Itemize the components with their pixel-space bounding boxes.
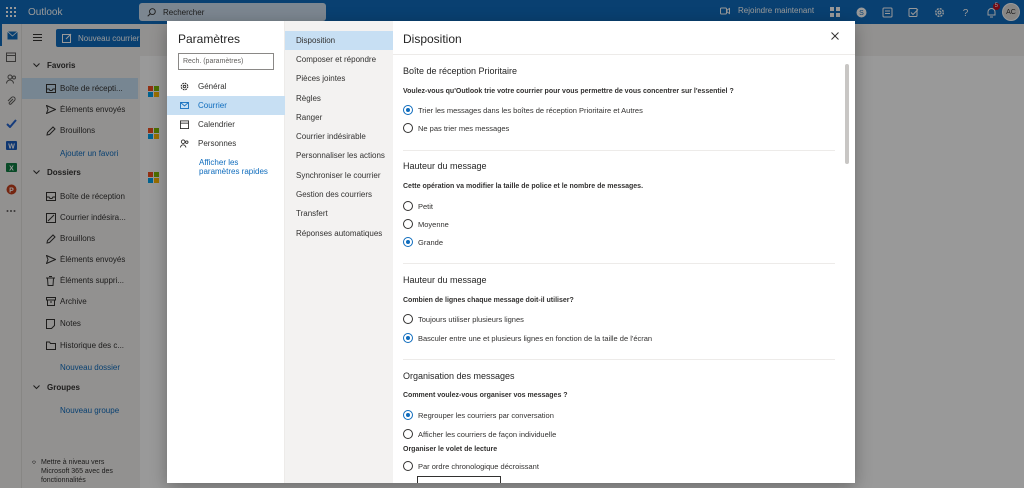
scrollbar-thumb[interactable] — [845, 64, 849, 164]
radio-label: Moyenne — [418, 219, 449, 229]
focused-inbox-question: Voulez-vous qu'Outlook trie votre courri… — [403, 88, 734, 95]
message-lines-question: Combien de lignes chaque message doit-il… — [403, 297, 574, 304]
message-height-title: Hauteur du message — [403, 161, 487, 171]
subcategory-auto-replies[interactable]: Réponses automatiques — [285, 224, 393, 243]
reading-order-dropdown[interactable] — [417, 476, 501, 483]
calendar-icon — [180, 120, 189, 129]
message-lines-title: Hauteur du message — [403, 275, 487, 285]
radio-label: Afficher les courriers de façon individu… — [418, 429, 557, 439]
subcategory-layout[interactable]: Disposition — [285, 31, 393, 50]
radio-indicator — [403, 105, 413, 115]
lines-always-multi-radio[interactable]: Toujours utiliser plusieurs lignes — [403, 314, 524, 324]
message-height-question: Cette opération va modifier la taille de… — [403, 183, 644, 190]
radio-label: Ne pas trier mes messages — [418, 123, 510, 133]
people-icon — [180, 139, 189, 148]
subcategory-rules[interactable]: Règles — [285, 89, 393, 108]
settings-title: Paramètres — [178, 32, 241, 46]
radio-indicator — [403, 429, 413, 439]
page-title: Disposition — [403, 32, 462, 46]
gear-icon — [180, 82, 189, 91]
mail-icon — [180, 102, 189, 109]
radio-label: Regrouper les courriers par conversation — [418, 410, 554, 420]
settings-categories: Paramètres Rech. (paramètres) Général Co… — [167, 21, 285, 483]
radio-indicator — [403, 314, 413, 324]
radio-label: Petit — [418, 201, 434, 211]
category-label: Courrier — [198, 101, 227, 110]
focused-nosort-radio[interactable]: Ne pas trier mes messages — [403, 123, 509, 133]
subcategory-forwarding[interactable]: Transfert — [285, 204, 393, 223]
category-general[interactable]: Général — [167, 77, 285, 96]
close-icon[interactable] — [831, 32, 839, 40]
lines-toggle-radio[interactable]: Basculer entre une et plusieurs lignes e… — [403, 333, 652, 343]
quick-settings-link[interactable]: Afficher les paramètres rapides — [199, 158, 279, 176]
category-label: Personnes — [198, 139, 237, 148]
radio-indicator — [403, 410, 413, 420]
category-label: Calendrier — [198, 120, 235, 129]
subcategory-compose[interactable]: Composer et répondre — [285, 50, 393, 69]
radio-indicator — [403, 201, 413, 211]
section-divider — [403, 150, 835, 151]
radio-label: Trier les messages dans les boîtes de ré… — [418, 105, 643, 115]
radio-indicator — [403, 219, 413, 229]
message-organization-question: Comment voulez-vous organiser vos messag… — [403, 392, 568, 399]
org-conversation-radio[interactable]: Regrouper les courriers par conversation — [403, 410, 554, 420]
height-medium-radio[interactable]: Moyenne — [403, 219, 449, 229]
category-people[interactable]: Personnes — [167, 134, 285, 153]
radio-indicator — [403, 461, 413, 471]
header-divider — [393, 54, 855, 55]
category-label: Général — [198, 82, 227, 91]
org-individual-radio[interactable]: Afficher les courriers de façon individu… — [403, 429, 556, 439]
subcategory-handling[interactable]: Gestion des courriers — [285, 185, 393, 204]
reading-newest-radio[interactable]: Par ordre chronologique décroissant — [403, 461, 539, 471]
section-divider — [403, 359, 835, 360]
subcategory-junk[interactable]: Courrier indésirable — [285, 127, 393, 146]
settings-search-input[interactable]: Rech. (paramètres) — [178, 53, 274, 70]
layout-settings-panel: Disposition Boîte de réception Prioritai… — [393, 21, 855, 483]
subcategory-attachments[interactable]: Pièces jointes — [285, 69, 393, 88]
height-large-radio[interactable]: Grande — [403, 237, 443, 247]
radio-label: Toujours utiliser plusieurs lignes — [418, 314, 524, 324]
category-calendar[interactable]: Calendrier — [167, 115, 285, 134]
focused-inbox-title: Boîte de réception Prioritaire — [403, 66, 518, 76]
settings-dialog: Paramètres Rech. (paramètres) Général Co… — [167, 21, 855, 483]
radio-label: Grande — [418, 237, 444, 247]
radio-label: Basculer entre une et plusieurs lignes e… — [418, 333, 653, 343]
radio-indicator — [403, 123, 413, 133]
radio-indicator — [403, 333, 413, 343]
radio-label: Par ordre chronologique décroissant — [418, 461, 539, 471]
mail-subcategories: Disposition Composer et répondre Pièces … — [285, 21, 393, 483]
height-small-radio[interactable]: Petit — [403, 201, 433, 211]
subcategory-customize-actions[interactable]: Personnaliser les actions — [285, 146, 393, 165]
subcategory-sweep[interactable]: Ranger — [285, 108, 393, 127]
radio-indicator — [403, 237, 413, 247]
subcategory-sync[interactable]: Synchroniser le courrier — [285, 166, 393, 185]
message-organization-title: Organisation des messages — [403, 371, 515, 381]
category-mail[interactable]: Courrier — [167, 96, 285, 115]
section-divider — [403, 263, 835, 264]
focused-sort-radio[interactable]: Trier les messages dans les boîtes de ré… — [403, 105, 643, 115]
reading-pane-header: Organiser le volet de lecture — [403, 446, 498, 453]
